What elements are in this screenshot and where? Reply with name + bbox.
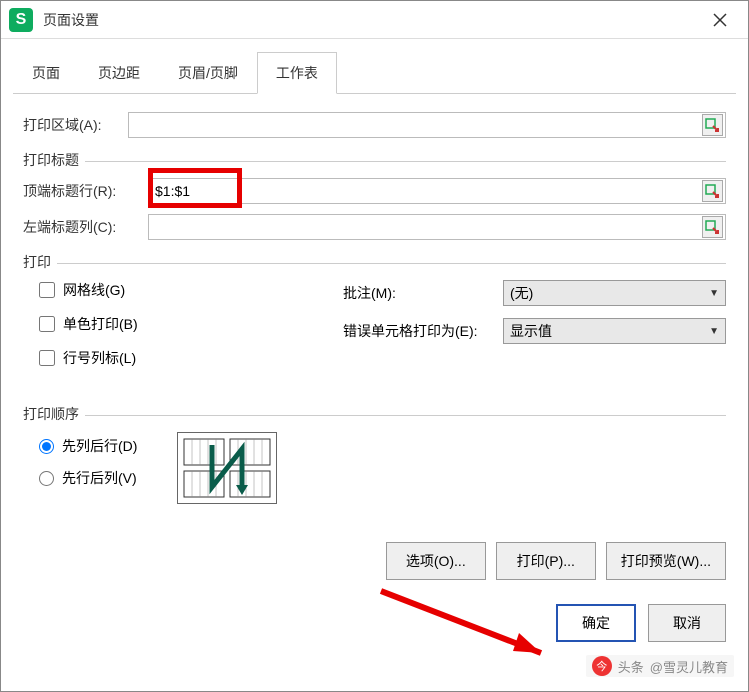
print-title-section: 打印标题 顶端标题行(R): 左端标题列(C): [23,150,726,240]
window-title: 页面设置 [43,10,700,30]
print-area-row: 打印区域(A): [23,112,726,138]
tab-margins[interactable]: 页边距 [79,52,159,94]
down-then-over-radio[interactable] [39,439,54,454]
print-area-label: 打印区域(A): [23,115,128,135]
over-then-down-radio[interactable] [39,471,54,486]
rowcol-headers-label: 行号列标(L) [63,348,136,368]
watermark-source: 头条 [618,657,644,676]
rowcol-headers-checkbox[interactable] [39,350,55,366]
top-title-row-label: 顶端标题行(R): [23,181,148,201]
print-order-radios: 先列后行(D) 先行后列(V) [23,436,137,500]
print-preview-button[interactable]: 打印预览(W)... [606,542,726,580]
gridlines-checkbox-row[interactable]: 网格线(G) [39,280,343,300]
print-options-right-col: 批注(M): (无) ▼ 错误单元格打印为(E): 显示值 ▼ [343,280,726,382]
options-button[interactable]: 选项(O)... [386,542,486,580]
over-then-down-radio-row[interactable]: 先行后列(V) [39,468,137,488]
cancel-button[interactable]: 取消 [648,604,726,642]
over-then-down-label: 先行后列(V) [62,468,137,488]
monochrome-checkbox[interactable] [39,316,55,332]
tab-content: 打印区域(A): 打印标题 顶端标题行(R): [1,94,748,514]
titlebar: S 页面设置 [1,1,748,39]
app-icon: S [9,8,33,32]
print-area-input-wrap[interactable] [128,112,726,138]
ok-button[interactable]: 确定 [556,604,636,642]
order-diagram-icon [182,437,272,499]
dialog-bottom-row: 确定 取消 [1,590,748,660]
tab-header-footer[interactable]: 页眉/页脚 [159,52,257,94]
print-button[interactable]: 打印(P)... [496,542,596,580]
tab-bar: 页面 页边距 页眉/页脚 工作表 [13,51,736,94]
tab-worksheet[interactable]: 工作表 [257,52,337,94]
print-options-columns: 网格线(G) 单色打印(B) 行号列标(L) 批注(M): [23,280,726,382]
left-title-col-input-wrap[interactable] [148,214,726,240]
gridlines-checkbox[interactable] [39,282,55,298]
top-title-row-range-button[interactable] [702,180,723,202]
print-order-diagram [177,432,277,504]
left-title-col-input[interactable] [149,215,698,239]
top-title-row-input-wrap[interactable] [148,178,726,204]
top-title-row: 顶端标题行(R): [23,178,726,204]
range-select-icon [705,118,719,132]
print-order-section: 打印顺序 先列后行(D) 先行后列(V) [23,404,726,504]
gridlines-label: 网格线(G) [63,280,125,300]
watermark-icon: 今 [592,656,612,676]
print-options-section: 打印 网格线(G) 单色打印(B) 行号列标(L) [23,252,726,382]
close-button[interactable] [700,2,740,38]
action-button-row: 选项(O)... 打印(P)... 打印预览(W)... [1,514,748,590]
print-area-range-button[interactable] [702,114,723,136]
comments-select[interactable]: (无) ▼ [503,280,726,306]
watermark-author: @雪灵儿教育 [650,657,728,676]
monochrome-checkbox-row[interactable]: 单色打印(B) [39,314,343,334]
range-select-icon [705,220,719,234]
dropdown-arrow-icon: ▼ [709,288,719,299]
errors-select-row: 错误单元格打印为(E): 显示值 ▼ [343,318,726,344]
rowcol-headers-checkbox-row[interactable]: 行号列标(L) [39,348,343,368]
range-select-icon [705,184,719,198]
print-order-section-label: 打印顺序 [23,404,85,424]
close-icon [713,13,727,27]
print-area-input[interactable] [129,113,698,137]
print-options-left-col: 网格线(G) 单色打印(B) 行号列标(L) [23,280,343,382]
print-title-section-label: 打印标题 [23,150,85,170]
down-then-over-label: 先列后行(D) [62,436,137,456]
left-title-col-range-button[interactable] [702,216,723,238]
comments-select-value: (无) [510,283,533,303]
errors-select[interactable]: 显示值 ▼ [503,318,726,344]
errors-label: 错误单元格打印为(E): [343,321,503,341]
comments-select-row: 批注(M): (无) ▼ [343,280,726,306]
tab-page[interactable]: 页面 [13,52,79,94]
errors-select-value: 显示值 [510,321,552,341]
print-options-section-label: 打印 [23,252,57,272]
dropdown-arrow-icon: ▼ [709,326,719,337]
down-then-over-radio-row[interactable]: 先列后行(D) [39,436,137,456]
watermark: 今 头条 @雪灵儿教育 [586,655,734,677]
left-title-col-label: 左端标题列(C): [23,217,148,237]
page-setup-dialog: S 页面设置 页面 页边距 页眉/页脚 工作表 打印区域(A): 打印标题 [0,0,749,692]
left-title-col-row: 左端标题列(C): [23,214,726,240]
top-title-row-input[interactable] [149,179,698,203]
monochrome-label: 单色打印(B) [63,314,138,334]
comments-label: 批注(M): [343,283,503,303]
